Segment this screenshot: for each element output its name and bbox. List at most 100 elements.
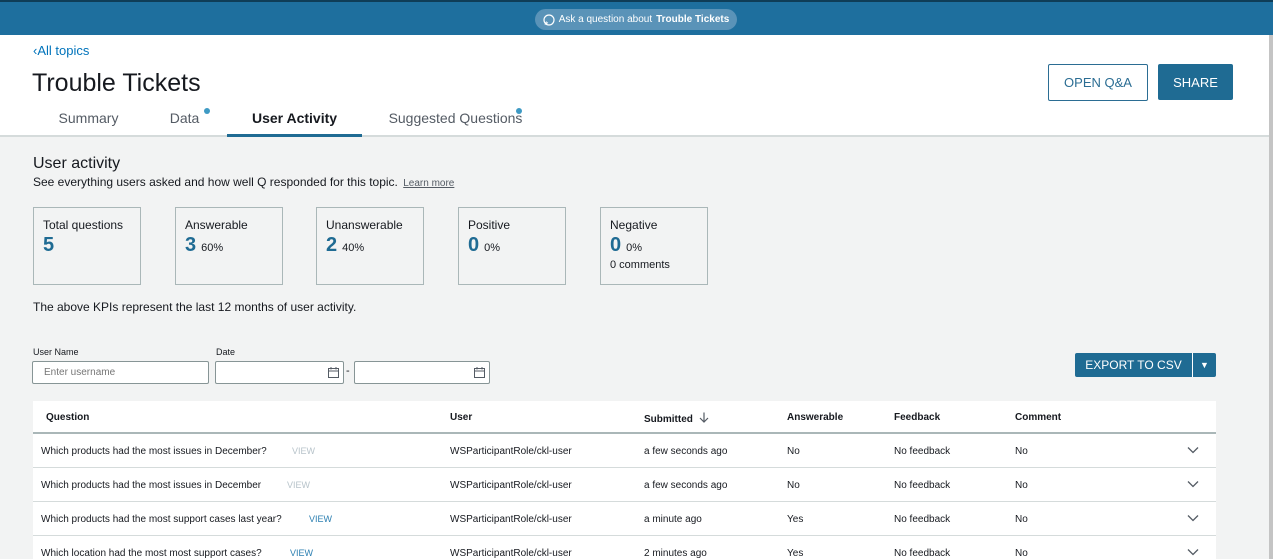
open-qa-button[interactable]: OPEN Q&A [1048,64,1148,101]
question-cell: Which products had the most support case… [41,514,282,525]
submitted-cell: a few seconds ago [644,480,728,491]
tab-suggested-questions[interactable]: Suggested Questions [362,101,549,137]
tab-user-activity[interactable]: User Activity [227,101,362,137]
column-feedback[interactable]: Feedback [894,412,940,423]
top-bar: Ask a question about Trouble Tickets [0,0,1273,35]
table-row[interactable]: Which location had the most most support… [33,536,1216,559]
chevron-down-icon[interactable] [1187,479,1199,489]
feedback-cell: No feedback [894,514,951,525]
column-user[interactable]: User [450,412,472,423]
kpi-total-questions: Total questions 5 [33,207,141,285]
tab-summary[interactable]: Summary [35,101,142,137]
tab-user-activity-label: User Activity [251,110,338,126]
kpi-positive: Positive 0 0% [458,207,566,285]
answerable-cell: No [787,480,800,491]
all-topics-label: All topics [37,43,90,58]
ask-question-button[interactable]: Ask a question about Trouble Tickets [535,9,737,30]
kpi-label: Positive [468,218,511,232]
page-scrollbar[interactable] [1269,35,1273,559]
section-title: User activity [33,155,121,172]
tab-data-label: Data [169,110,200,126]
user-cell: WSParticipantRole/ckl-user [450,480,572,491]
kpi-value: 0 [468,234,480,256]
view-link[interactable]: VIEW [290,548,313,558]
calendar-icon[interactable] [328,367,339,378]
kpi-negative: Negative 0 0% 0 comments [600,207,708,285]
ask-question-topic: Trouble Tickets [656,14,730,25]
column-submitted-label: Submitted [644,414,693,425]
tab-data[interactable]: Data [142,101,227,137]
kpi-note: The above KPIs represent the last 12 mon… [33,300,357,314]
kpi-value: 5 [43,234,55,256]
feedback-cell: No feedback [894,480,951,491]
view-link[interactable]: VIEW [309,514,332,524]
comment-cell: No [1015,514,1028,525]
kpi-value: 2 [326,234,338,256]
kpi-percent: 0% [626,242,643,254]
table-header: Question User Submitted Answerable Feedb… [33,401,1216,434]
user-cell: WSParticipantRole/ckl-user [450,514,572,525]
user-activity-table: Question User Submitted Answerable Feedb… [33,401,1216,559]
kpi-answerable: Answerable 3 60% [175,207,283,285]
user-cell: WSParticipantRole/ckl-user [450,446,572,457]
learn-more-link[interactable]: Learn more [403,178,454,189]
comment-cell: No [1015,446,1028,457]
section-description: See everything users asked and how well … [33,175,454,189]
date-label: Date [216,347,236,357]
calendar-icon[interactable] [474,367,485,378]
submitted-cell: a minute ago [644,514,702,525]
ask-question-prefix: Ask a question about [558,14,653,25]
question-cell: Which products had the most issues in De… [41,446,267,457]
table-row[interactable]: Which products had the most support case… [33,502,1216,536]
tab-data-dot [204,108,210,114]
column-submitted[interactable]: Submitted [644,412,709,425]
all-topics-link[interactable]: ‹All topics [33,43,89,58]
table-row[interactable]: Which products had the most issues in De… [33,434,1216,468]
end-date-input[interactable] [354,361,490,384]
kpi-unanswerable: Unanswerable 2 40% [316,207,424,285]
start-date-input[interactable] [215,361,344,384]
topic-header: ‹All topics Trouble Tickets OPEN Q&A SHA… [0,35,1269,137]
answerable-cell: No [787,446,800,457]
question-cell: Which location had the most most support… [41,548,262,559]
arrow-down-icon[interactable] [699,412,709,423]
chevron-down-icon[interactable] [1187,445,1199,455]
kpi-value: 0 [610,234,622,256]
view-link[interactable]: VIEW [292,446,315,456]
share-button[interactable]: SHARE [1158,64,1233,100]
chevron-down-icon[interactable] [1187,513,1199,523]
user-name-label: User Name [33,347,79,357]
section-description-text: See everything users asked and how well … [33,175,398,189]
feedback-cell: No feedback [894,548,951,559]
table-row[interactable]: Which products had the most issues in De… [33,468,1216,502]
user-cell: WSParticipantRole/ckl-user [450,548,572,559]
column-answerable[interactable]: Answerable [787,412,843,423]
comment-cell: No [1015,480,1028,491]
chevron-down-icon[interactable] [1187,547,1199,557]
column-comment[interactable]: Comment [1015,412,1061,423]
kpi-label: Total questions [43,218,124,232]
export-csv-label[interactable]: EXPORT TO CSV [1075,358,1192,372]
kpi-label: Negative [610,218,658,232]
page-title: Trouble Tickets [32,69,201,97]
kpi-percent: 60% [201,242,224,254]
question-bubble-icon [543,13,555,26]
kpi-value: 3 [185,234,197,256]
kpi-label: Unanswerable [326,218,403,232]
submitted-cell: 2 minutes ago [644,548,707,559]
kpi-percent: 40% [342,242,365,254]
answerable-cell: Yes [787,548,804,559]
export-csv-button[interactable]: EXPORT TO CSV ▼ [1075,353,1216,377]
view-link[interactable]: VIEW [287,480,310,490]
kpi-label: Answerable [185,218,248,232]
caret-down-icon[interactable]: ▼ [1192,353,1216,377]
tab-summary-label: Summary [58,110,119,126]
column-question[interactable]: Question [46,412,89,423]
submitted-cell: a few seconds ago [644,446,728,457]
feedback-cell: No feedback [894,446,951,457]
username-input[interactable] [32,361,209,384]
question-cell: Which products had the most issues in De… [41,480,262,491]
kpi-comments: 0 comments [610,259,670,271]
date-separator: - [346,365,350,377]
tab-suggested-questions-label: Suggested Questions [388,110,523,126]
